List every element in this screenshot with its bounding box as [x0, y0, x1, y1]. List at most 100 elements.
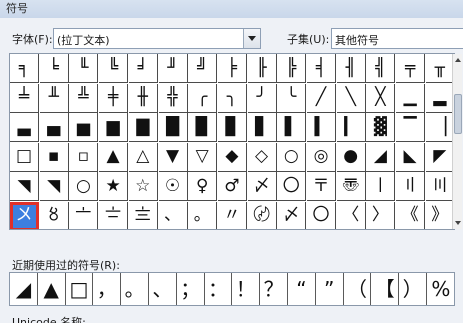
recent-symbol[interactable]: ？ — [260, 273, 288, 305]
symbol-cell[interactable]: █ — [158, 113, 188, 142]
symbol-cell[interactable]: ╰ — [277, 83, 307, 113]
symbol-cell[interactable]: ╯ — [247, 83, 277, 113]
recent-symbol[interactable]: “ — [288, 273, 316, 305]
symbol-cell[interactable]: ╘ — [39, 54, 69, 83]
symbol-cell[interactable]: ▊ — [217, 113, 247, 142]
symbol-cell[interactable]: ╪ — [99, 83, 129, 113]
symbol-cell[interactable]: ▋ — [247, 113, 277, 142]
symbol-cell[interactable]: 、 — [159, 201, 188, 229]
symbol-cell[interactable]: 》 — [426, 201, 454, 229]
symbol-cell[interactable]: 〆 — [247, 172, 277, 201]
scroll-thumb[interactable] — [454, 94, 462, 134]
symbol-cell[interactable]: ╝ — [188, 54, 218, 83]
symbol-cell[interactable]: ▂ — [425, 83, 454, 113]
recent-symbol[interactable]: （ — [344, 273, 372, 305]
symbol-cell[interactable]: ▪ — [39, 142, 69, 172]
symbol-cell[interactable]: ╠ — [277, 54, 307, 83]
symbol-cell[interactable]: ╡ — [307, 54, 336, 83]
symbol-cell[interactable]: ◎ — [307, 142, 336, 172]
chevron-down-icon[interactable] — [243, 29, 260, 48]
symbol-cell[interactable]: ╞ — [217, 54, 247, 83]
symbol-cell[interactable]: ╙ — [69, 54, 99, 83]
symbol-cell[interactable]: ▄ — [39, 113, 69, 142]
symbol-cell[interactable]: ▓ — [366, 113, 396, 142]
recent-symbol[interactable]: 【 — [371, 273, 400, 305]
recent-symbol[interactable]: ， — [93, 273, 122, 305]
symbol-cell[interactable]: ╣ — [366, 54, 396, 83]
recent-symbol[interactable]: ▲ — [38, 273, 66, 305]
scroll-up-icon[interactable] — [453, 54, 463, 66]
symbol-cell[interactable]: ▫ — [69, 142, 99, 172]
symbol-cell[interactable]: 〉 — [366, 201, 396, 229]
recent-symbol[interactable]: % — [427, 273, 455, 305]
symbol-cell[interactable]: ◢ — [366, 142, 396, 172]
symbol-cell[interactable]: 《 — [396, 201, 426, 229]
symbol-cell[interactable]: 〧 — [99, 201, 129, 229]
symbol-cell[interactable]: ◥ — [39, 172, 69, 201]
font-dropdown[interactable]: (拉丁文本) — [53, 28, 261, 49]
symbol-cell[interactable]: 〄 — [248, 201, 277, 229]
symbol-cell[interactable]: ▲ — [99, 142, 129, 172]
symbol-cell[interactable]: □ — [10, 142, 39, 172]
symbol-cell[interactable]: 〢 — [396, 172, 426, 201]
symbol-cell[interactable]: ▆ — [99, 113, 129, 142]
symbol-cell[interactable]: ▇ — [128, 113, 158, 142]
recent-symbol[interactable]: ◢ — [10, 273, 38, 305]
symbol-cell[interactable]: ╛ — [128, 54, 158, 83]
symbol-cell[interactable]: ○ — [277, 142, 307, 172]
symbol-cell[interactable]: ╮ — [217, 83, 247, 113]
symbol-cell[interactable]: ╧ — [10, 83, 39, 113]
recent-symbol[interactable]: □ — [66, 273, 94, 305]
recent-symbol[interactable]: ） — [399, 273, 427, 305]
symbol-cell[interactable]: 。 — [188, 201, 218, 229]
symbol-cell[interactable]: 〈 — [337, 201, 366, 229]
subset-dropdown[interactable]: 其他符号 — [331, 28, 463, 49]
symbol-cell[interactable]: 〇 — [277, 172, 307, 201]
symbol-cell[interactable]: ◤ — [425, 142, 454, 172]
symbol-cell[interactable]: ╱ — [307, 83, 336, 113]
recent-symbol[interactable]: ” — [316, 273, 344, 305]
symbol-cell[interactable]: ● — [336, 142, 366, 172]
symbol-cell[interactable]: ╥ — [425, 54, 454, 83]
symbol-cell[interactable]: ▎ — [336, 113, 366, 142]
recent-symbol[interactable]: ！ — [232, 273, 261, 305]
symbol-cell[interactable]: ╜ — [158, 54, 188, 83]
scroll-down-icon[interactable] — [453, 217, 463, 229]
symbol-cell[interactable]: △ — [128, 142, 158, 172]
symbol-cell[interactable]: ▼ — [158, 142, 188, 172]
symbol-cell[interactable]: ╤ — [396, 54, 426, 83]
symbol-cell[interactable]: 〦 — [69, 201, 99, 229]
symbol-cell[interactable]: 〣 — [425, 172, 454, 201]
symbol-cell[interactable]: 〡 — [366, 172, 396, 201]
symbol-cell[interactable]: ♂ — [217, 172, 247, 201]
symbol-cell[interactable]: ▁ — [396, 83, 426, 113]
symbol-cell[interactable]: ╳ — [366, 83, 396, 113]
symbol-cell[interactable]: ▔ — [396, 113, 426, 142]
symbol-cell[interactable]: 〒 — [307, 172, 336, 201]
symbol-cell[interactable]: ★ — [99, 172, 129, 201]
symbol-cell[interactable]: ♀ — [188, 172, 218, 201]
symbol-cell[interactable]: ╬ — [158, 83, 188, 113]
symbol-cell[interactable]: ◥ — [10, 172, 39, 201]
symbol-cell[interactable]: ◇ — [247, 142, 277, 172]
symbol-cell[interactable]: ╫ — [128, 83, 158, 113]
symbol-cell[interactable]: ○ — [69, 172, 99, 201]
symbol-cell[interactable]: ▍ — [307, 113, 336, 142]
symbol-cell[interactable]: ╕ — [10, 54, 39, 83]
symbol-cell[interactable]: ╲ — [336, 83, 366, 113]
symbol-cell[interactable]: 〨 — [129, 201, 158, 229]
symbol-cell[interactable]: ╟ — [247, 54, 277, 83]
symbol-cell[interactable]: 〥 — [40, 201, 69, 229]
recent-symbol[interactable]: 、 — [149, 273, 177, 305]
recent-symbol[interactable]: ： — [205, 273, 233, 305]
symbol-cell[interactable]: ☆ — [128, 172, 158, 201]
symbol-cell[interactable]: ▃ — [10, 113, 39, 142]
symbol-cell[interactable]: ╚ — [99, 54, 129, 83]
recent-symbol[interactable]: 。 — [121, 273, 149, 305]
symbol-cell[interactable]: ▌ — [277, 113, 307, 142]
symbol-cell[interactable]: ◆ — [217, 142, 247, 172]
symbol-cell[interactable]: ╩ — [69, 83, 99, 113]
symbol-cell[interactable]: ▉ — [188, 113, 218, 142]
symbol-cell[interactable]: 〆 — [277, 201, 307, 229]
symbol-cell[interactable]: 〠 — [336, 172, 366, 201]
